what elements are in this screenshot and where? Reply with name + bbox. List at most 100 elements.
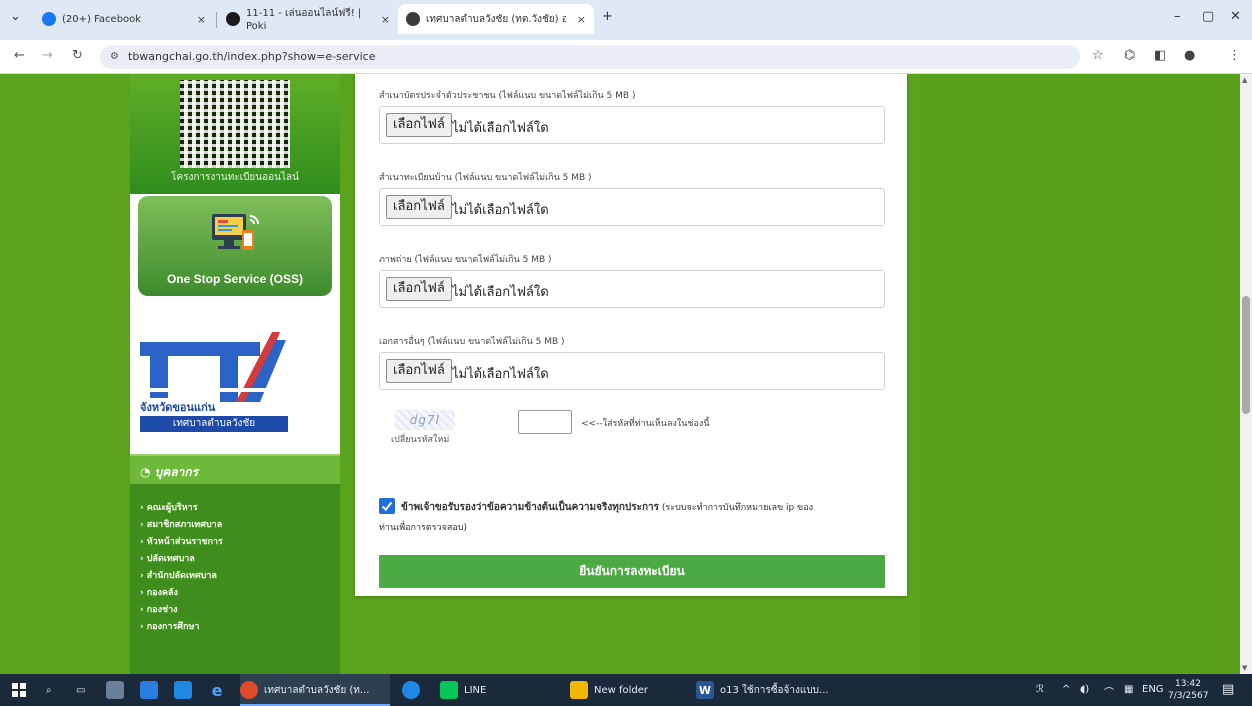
taskbar: ⌕ ▭ e เทศบาลตำบลวังชัย (ท... LINE New fo… [0,674,1252,706]
tab-search-icon[interactable]: ⌄ [10,9,21,24]
close-icon[interactable]: × [381,13,390,26]
language-indicator[interactable]: ENG [1142,684,1164,695]
confirm-registration-button[interactable]: ยืนยันการลงทะเบียน [379,555,885,588]
choose-file-button[interactable]: เลือกไฟล์ [386,359,452,383]
menu-item[interactable]: › กองช่าง [140,602,223,619]
id-card-file-input[interactable]: เลือกไฟล์ ไม่ได้เลือกไฟล์ใด [379,106,885,144]
extensions-icon[interactable]: ⌬ [1124,48,1135,63]
menu-kebab-icon[interactable]: ⋮ [1228,48,1241,63]
tab-wangchai[interactable]: เทศบาลตำบลวังชัย (ทต.วังชัย) อ.น้ำ... × [398,4,594,34]
captcha-input[interactable] [518,410,572,434]
ie-icon[interactable]: e [208,674,232,706]
choose-file-button[interactable]: เลือกไฟล์ [386,113,452,137]
site-info-icon[interactable]: ⚙ [110,51,119,62]
tab-label: 11-11 - เล่นออนไลน์ฟรี! | Poki [246,8,362,32]
oss-label: One Stop Service (OSS) [166,272,304,286]
consent-note-continued: ท่านเพื่อการตรวจสอบ) [379,523,468,533]
consent-statement: ข้าพเจ้าขอรับรองว่าข้อความข้างต้นเป็นควา… [401,498,881,518]
taskbar-file-explorer[interactable]: New folder [570,674,648,706]
consent-note: (ระบบจะทำการบันทึกหมายเลข ip ของ [661,503,813,513]
taskbar-word[interactable]: W o13 ใช้การซื้อจ้างแบบ... [696,674,829,706]
search-icon[interactable]: ⌕ [46,674,52,706]
store-icon[interactable] [140,674,164,706]
taskbar-line[interactable]: LINE [440,674,486,706]
taskbar-chrome-window[interactable]: เทศบาลตำบลวังชัย (ท... [240,674,390,706]
forward-arrow-icon[interactable]: → [42,48,53,63]
close-icon[interactable]: × [577,13,586,26]
personnel-menu: ◔ บุคลากร › คณะผู้บริหาร › สมาชิกสภาเทศบาล… [130,454,340,674]
app-pin-icon[interactable] [106,674,130,706]
file-status: ไม่ได้เลือกไฟล์ใด [452,285,549,300]
taskbar-label: New folder [594,684,649,696]
taskbar-label: เทศบาลตำบลวังชัย (ท... [264,684,370,696]
captcha-refresh-link[interactable]: เปลี่ยนรหัสใหม่ [391,432,449,446]
word-icon: W [696,681,714,699]
taskbar-edge[interactable] [402,674,426,706]
new-tab-button[interactable]: + [602,9,613,24]
notifications-icon[interactable]: ▤ [1222,682,1234,697]
clock-date: 7/3/2567 [1168,691,1209,701]
menu-item[interactable]: › สมาชิกสภาเทศบาล [140,517,223,534]
web-page: โครงการงานทะเบียนออนไลน์ One Stop Servic… [0,74,1240,674]
monitor-phone-icon [212,214,259,250]
other-docs-file-input[interactable]: เลือกไฟล์ ไม่ได้เลือกไฟล์ใด [379,352,885,390]
keyboard-icon[interactable]: ▦ [1124,684,1133,695]
tab-separator [216,12,217,28]
sidebar: โครงการงานทะเบียนออนไลน์ One Stop Servic… [130,74,340,674]
captcha-image: dg7I [395,410,455,430]
scroll-down-icon[interactable]: ▼ [1242,664,1247,672]
task-view-icon[interactable]: ▭ [76,674,85,706]
maximize-button[interactable]: ▢ [1202,9,1214,24]
scroll-thumb[interactable] [1242,296,1250,414]
personnel-menu-header: ◔ บุคลากร [130,454,340,484]
menu-item[interactable]: › สำนักปลัดเทศบาล [140,568,223,585]
file-status: ไม่ได้เลือกไฟล์ใด [452,367,549,382]
globe-icon [406,12,420,26]
network-icon[interactable]: ⌒ [1104,684,1114,699]
mail-icon[interactable] [174,674,198,706]
minimize-button[interactable]: – [1174,9,1181,24]
speaker-icon[interactable]: ◖) [1080,684,1089,695]
chrome-icon [240,681,258,699]
menu-item[interactable]: › กองคลัง [140,585,223,602]
consent-checkbox[interactable] [379,498,395,514]
menu-item[interactable]: › หัวหน้าส่วนราชการ [140,534,223,551]
reload-icon[interactable]: ↻ [72,48,83,63]
address-bar[interactable]: ⚙ tbwangchai.go.th/index.php?show=e-serv… [100,45,1080,69]
window-close-button[interactable]: ✕ [1230,9,1241,24]
side-panel-icon[interactable]: ◧ [1154,48,1166,63]
choose-file-button[interactable]: เลือกไฟล์ [386,277,452,301]
menu-item[interactable]: › กองการศึกษา [140,619,223,636]
start-button[interactable] [12,674,26,706]
qr-banner[interactable]: โครงการงานทะเบียนออนไลน์ [130,74,340,194]
other-docs-upload-label: เอกสารอื่นๆ (ไฟล์แนบ ขนาดไฟล์ไม่เกิน 5 M… [379,337,565,347]
tab-facebook[interactable]: (20+) Facebook × [34,4,214,34]
menu-item[interactable]: › คณะผู้บริหาร [140,500,223,517]
choose-file-button[interactable]: เลือกไฟล์ [386,195,452,219]
system-clock[interactable]: 13:42 7/3/2567 [1168,678,1208,702]
oss-banner[interactable]: One Stop Service (OSS) [138,196,332,296]
checkmark-icon [381,501,393,511]
people-icon[interactable]: ℛ [1036,684,1044,695]
close-icon[interactable]: × [197,13,206,26]
qr-caption: โครงการงานทะเบียนออนไลน์ [171,172,299,183]
personnel-list: › คณะผู้บริหาร › สมาชิกสภาเทศบาล › หัวหน้าส… [140,500,223,636]
scroll-up-icon[interactable]: ▲ [1242,76,1247,84]
line-icon [440,681,458,699]
menu-item[interactable]: › ปลัดเทศบาล [140,551,223,568]
tab-poki[interactable]: 11-11 - เล่นออนไลน์ฟรี! | Poki × [218,4,398,34]
taskbar-label: LINE [464,684,487,696]
house-reg-file-input[interactable]: เลือกไฟล์ ไม่ได้เลือกไฟล์ใด [379,188,885,226]
page-background [920,74,1240,674]
bookmark-star-icon[interactable]: ☆ [1092,48,1104,63]
edge-icon [402,681,420,699]
tab-label: (20+) Facebook [62,13,142,25]
photo-file-input[interactable]: เลือกไฟล์ ไม่ได้เลือกไฟล์ใด [379,270,885,308]
page-scrollbar[interactable]: ▲ ▼ [1240,74,1252,674]
profile-icon[interactable]: ● [1184,48,1195,63]
consent-bold-text: ข้าพเจ้าขอรับรองว่าข้อความข้างต้นเป็นควา… [401,502,660,513]
tray-chevron-icon[interactable]: ^ [1062,684,1070,695]
browser-toolbar: ← → ↻ ⚙ tbwangchai.go.th/index.php?show=… [0,40,1252,74]
folder-icon [570,681,588,699]
back-arrow-icon[interactable]: ← [14,48,25,63]
